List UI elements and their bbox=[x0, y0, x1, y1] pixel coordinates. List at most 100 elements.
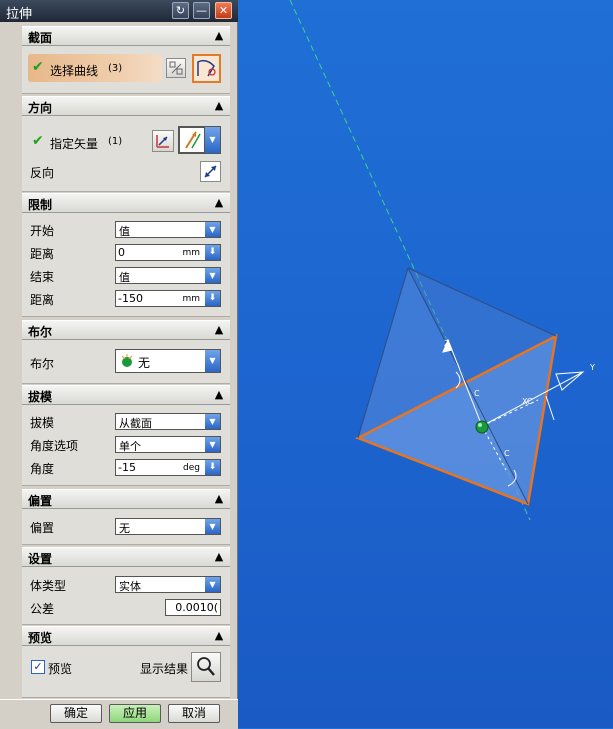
dialog-footer: 确定 应用 取消 bbox=[0, 699, 238, 729]
collapse-icon[interactable]: ▲ bbox=[212, 195, 226, 209]
angle-field[interactable]: -15 deg ⬇ bbox=[115, 459, 221, 476]
boolean-label: 布尔 bbox=[30, 357, 55, 371]
select-curve-label: 选择曲线 bbox=[50, 64, 99, 78]
boolean-body: 布尔 无 ▼ bbox=[22, 340, 230, 384]
end-distance-unit: mm bbox=[182, 294, 200, 304]
section-title: 截面 bbox=[28, 31, 53, 45]
angle-option-label: 角度选项 bbox=[30, 439, 79, 453]
start-label: 开始 bbox=[30, 224, 55, 238]
section-title: 拔模 bbox=[28, 390, 53, 404]
origin-point[interactable] bbox=[475, 420, 489, 434]
dialog-titlebar[interactable]: 拉伸 ↻ — ✕ bbox=[0, 0, 238, 22]
section-header-boolean[interactable]: 布尔 ▲ bbox=[22, 320, 230, 340]
section-title: 布尔 bbox=[28, 325, 53, 339]
preview-checkbox[interactable]: ✓ bbox=[31, 660, 45, 674]
section-header-offset[interactable]: 偏置 ▲ bbox=[22, 489, 230, 509]
tolerance-field[interactable]: 0.0010( bbox=[165, 599, 221, 616]
chevron-down-icon: ▼ bbox=[205, 519, 220, 534]
limits-body: 开始 值 ▼ 距离 0 mm ⬇ 结束 值 ▼ 距离 -150 mm ⬇ bbox=[22, 213, 230, 317]
collapse-icon[interactable]: ▲ bbox=[212, 628, 226, 642]
y-axis-label: Y bbox=[589, 363, 595, 372]
section-header-settings[interactable]: 设置 ▲ bbox=[22, 547, 230, 567]
close-icon[interactable]: ✕ bbox=[215, 2, 232, 19]
minimize-icon[interactable]: — bbox=[193, 2, 210, 19]
reset-icon[interactable]: ↻ bbox=[172, 2, 189, 19]
start-value: 值 bbox=[119, 225, 130, 238]
section-body: ✔ 选择曲线 (3) bbox=[22, 46, 230, 94]
collapse-icon[interactable]: ▲ bbox=[212, 549, 226, 563]
offset-label: 偏置 bbox=[30, 521, 55, 535]
start-dropdown[interactable]: 值 ▼ bbox=[115, 221, 221, 238]
show-result-label: 显示结果 bbox=[140, 662, 189, 676]
curve-select-button[interactable] bbox=[192, 54, 221, 83]
model-view: Z Y XC C C bbox=[289, 0, 595, 521]
curve-icon bbox=[197, 59, 216, 77]
collapse-icon[interactable]: ▲ bbox=[212, 491, 226, 505]
vector-constructor-icon bbox=[156, 135, 169, 148]
arrow-down-icon[interactable]: ⬇ bbox=[205, 460, 220, 475]
sketch-section-button[interactable] bbox=[166, 58, 186, 78]
vector-dialog-button[interactable] bbox=[152, 130, 174, 152]
section-header-direction[interactable]: 方向 ▲ bbox=[22, 96, 230, 116]
chevron-down-icon: ▼ bbox=[205, 577, 220, 592]
start-distance-value: 0 bbox=[118, 246, 125, 259]
section-header-section[interactable]: 截面 ▲ bbox=[22, 26, 230, 46]
vector-type-dropdown[interactable]: ▼ bbox=[205, 126, 221, 154]
ok-button[interactable]: 确定 bbox=[50, 704, 102, 723]
direction-body: ✔ 指定矢量 (1) ▼ 反向 bbox=[22, 116, 230, 192]
end-dropdown[interactable]: 值 ▼ bbox=[115, 267, 221, 284]
draft-dropdown[interactable]: 从截面 ▼ bbox=[115, 413, 221, 430]
xc-axis-label: XC bbox=[522, 397, 533, 406]
extrude-dialog: 拉伸 ↻ — ✕ 截面 ▲ ✔ 选择曲线 (3) 方向 ▲ ✔ 指定矢量 (1)… bbox=[0, 0, 238, 729]
collapse-icon[interactable]: ▲ bbox=[212, 387, 226, 401]
specify-vector-count: (1) bbox=[108, 136, 123, 147]
offset-dropdown[interactable]: 无 ▼ bbox=[115, 518, 221, 535]
specify-vector-label: 指定矢量 bbox=[50, 137, 99, 151]
section-title: 设置 bbox=[28, 552, 53, 566]
section-header-draft[interactable]: 拔模 ▲ bbox=[22, 385, 230, 405]
preview-body: ✓ 预览 显示结果 bbox=[22, 646, 230, 698]
angle-value: -15 bbox=[118, 461, 136, 474]
reverse-label: 反向 bbox=[30, 166, 55, 180]
angle-label: 角度 bbox=[30, 462, 55, 476]
chevron-down-icon: ▼ bbox=[205, 222, 220, 237]
start-distance-field[interactable]: 0 mm ⬇ bbox=[115, 244, 221, 261]
check-icon: ✔ bbox=[32, 59, 44, 75]
start-distance-label: 距离 bbox=[30, 247, 55, 261]
end-value: 值 bbox=[119, 271, 130, 284]
reverse-direction-icon bbox=[204, 165, 217, 178]
vector-type-button[interactable] bbox=[178, 126, 206, 154]
inferred-vector-icon bbox=[185, 131, 201, 149]
arrow-down-icon[interactable]: ⬇ bbox=[205, 291, 220, 306]
dialog-title: 拉伸 bbox=[6, 7, 33, 22]
end-label: 结束 bbox=[30, 270, 55, 284]
c-label-lower: C bbox=[504, 449, 510, 458]
boolean-dropdown[interactable]: 无 ▼ bbox=[115, 349, 221, 373]
sketch-icon bbox=[169, 61, 183, 75]
end-distance-label: 距离 bbox=[30, 293, 55, 307]
preview-label: 预览 bbox=[48, 662, 73, 676]
apply-button[interactable]: 应用 bbox=[109, 704, 161, 723]
body-type-dropdown[interactable]: 实体 ▼ bbox=[115, 576, 221, 593]
collapse-icon[interactable]: ▲ bbox=[212, 28, 226, 42]
arrow-down-icon[interactable]: ⬇ bbox=[205, 245, 220, 260]
body-type-label: 体类型 bbox=[30, 579, 67, 593]
collapse-icon[interactable]: ▲ bbox=[212, 98, 226, 112]
angle-option-dropdown[interactable]: 单个 ▼ bbox=[115, 436, 221, 453]
section-header-preview[interactable]: 预览 ▲ bbox=[22, 626, 230, 646]
section-header-limits[interactable]: 限制 ▲ bbox=[22, 193, 230, 213]
collapse-icon[interactable]: ▲ bbox=[212, 322, 226, 336]
offset-value: 无 bbox=[119, 522, 130, 535]
graphics-viewport[interactable]: Z Y XC C C bbox=[238, 0, 613, 728]
select-curve-count: (3) bbox=[108, 63, 123, 74]
draft-label: 拔模 bbox=[30, 416, 55, 430]
end-distance-field[interactable]: -150 mm ⬇ bbox=[115, 290, 221, 307]
show-result-button[interactable] bbox=[191, 652, 221, 682]
chevron-down-icon: ▼ bbox=[205, 127, 220, 153]
start-distance-unit: mm bbox=[182, 248, 200, 258]
settings-body: 体类型 实体 ▼ 公差 0.0010( bbox=[22, 567, 230, 625]
reverse-direction-button[interactable] bbox=[200, 161, 221, 182]
c-label-upper: C bbox=[474, 389, 480, 398]
draft-body: 拔模 从截面 ▼ 角度选项 单个 ▼ 角度 -15 deg ⬇ bbox=[22, 405, 230, 486]
cancel-button[interactable]: 取消 bbox=[168, 704, 220, 723]
